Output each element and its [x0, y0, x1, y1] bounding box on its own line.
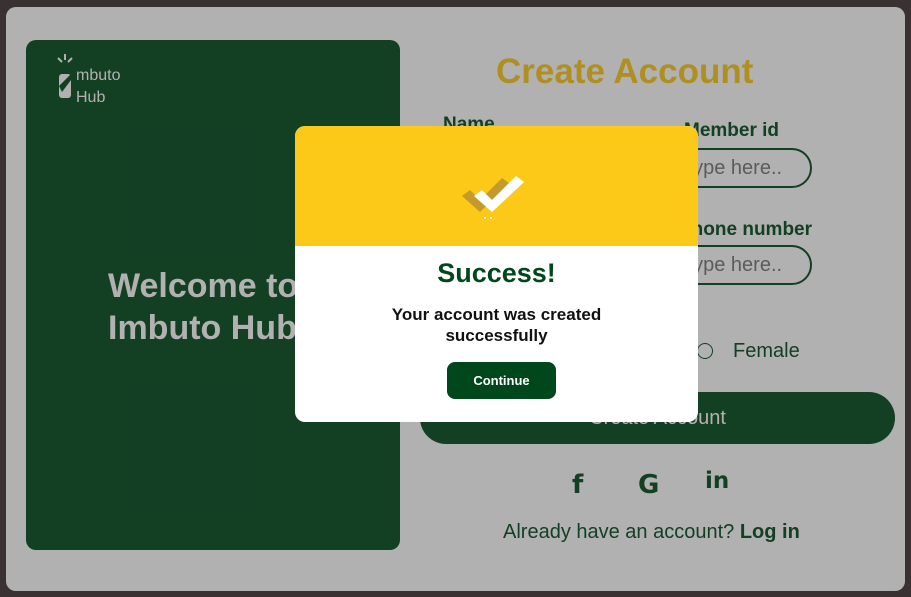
modal-header	[295, 126, 698, 246]
continue-button[interactable]: Continue	[447, 362, 556, 399]
success-modal: Success! Your account was created succes…	[295, 126, 698, 422]
double-check-icon	[462, 176, 524, 219]
modal-message: Your account was created successfully	[391, 305, 602, 345]
modal-title: Success!	[437, 258, 556, 288]
